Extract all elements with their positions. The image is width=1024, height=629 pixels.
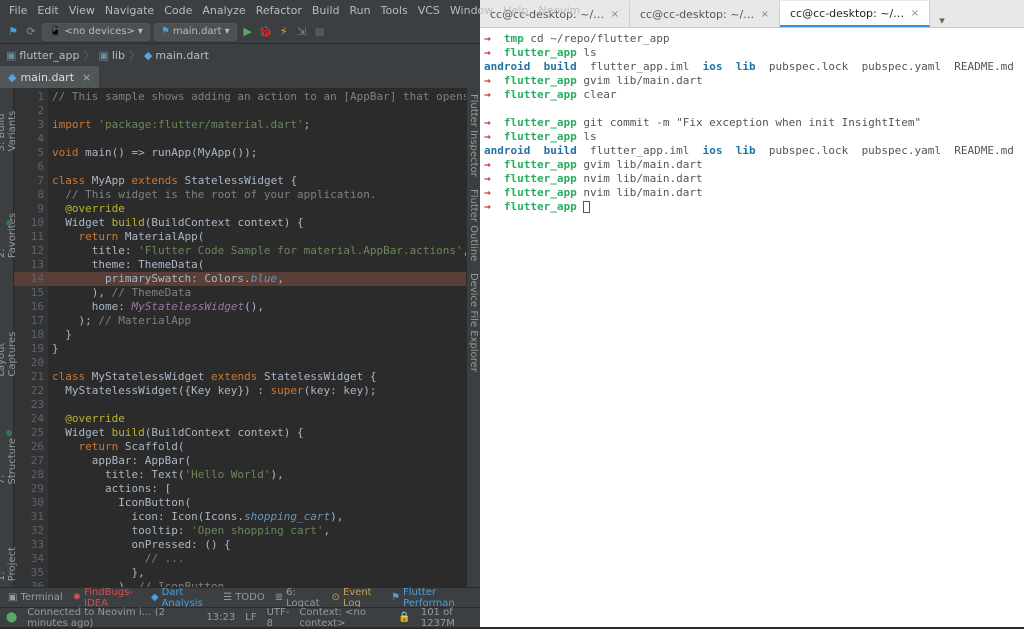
status-pos: 13:23 (206, 612, 235, 623)
tab-dart[interactable]: ◆ Dart Analysis (151, 587, 213, 609)
menu-vcs[interactable]: VCS (413, 4, 445, 17)
menu-navigate[interactable]: Navigate (100, 4, 159, 17)
crumb-folder[interactable]: ▣flutter_app (6, 49, 79, 62)
status-bar: ⬤ Connected to Neovim i… (2 minutes ago)… (0, 607, 480, 627)
menu-tools[interactable]: Tools (376, 4, 413, 17)
menu-code[interactable]: Code (159, 4, 197, 17)
close-icon[interactable]: × (911, 8, 919, 19)
dart-file-icon: ◆ (144, 49, 152, 62)
attach-icon[interactable]: ⇲ (295, 25, 309, 39)
tab-flutter-perf[interactable]: ⚑ Flutter Performan (391, 587, 472, 609)
menu-edit[interactable]: Edit (32, 4, 63, 17)
right-tab-device-file-explorer[interactable]: Device File Explorer (468, 267, 479, 378)
left-tab-layout-captures[interactable]: Layout Captures (0, 315, 18, 383)
bottom-tool-tabs: ▣ Terminal ✹ FindBugs-IDEA ◆ Dart Analys… (0, 587, 480, 607)
editor-tab-main[interactable]: ◆ main.dart × (0, 66, 99, 88)
menu-help[interactable]: Help (498, 4, 533, 17)
tab-findbugs[interactable]: ✹ FindBugs-IDEA (73, 587, 141, 609)
ide-window: FileEditViewNavigateCodeAnalyzeRefactorB… (0, 0, 480, 627)
left-tool-strip: 3: Build Variants2: FavoritesLayout Capt… (0, 88, 14, 587)
status-enc[interactable]: UTF-8 (267, 607, 290, 629)
editor-tabs: ◆ main.dart × (0, 66, 480, 88)
tab-logcat[interactable]: ≣ 6: Logcat (275, 587, 322, 609)
flutter-icon: ⚑ (6, 25, 20, 39)
right-tool-strip: Flutter InspectorFlutter OutlineDevice F… (466, 88, 480, 587)
terminal-tab-1[interactable]: cc@cc-desktop: ~/repo/Co…× (630, 1, 780, 27)
menu-window[interactable]: Window (445, 4, 498, 17)
line-number-gutter: 1234567891011121314151617181920212223242… (14, 88, 48, 587)
folder-icon: ▣ (6, 49, 16, 62)
dart-file-icon: ◆ (8, 71, 16, 84)
toolbar: ⚑ ⟳ 📱<no devices>▾ ⚑main.dart▾ ▶ 🐞 ⚡ ⇲ ■ (0, 20, 480, 44)
debug-icon[interactable]: 🐞 (259, 25, 273, 39)
menu-file[interactable]: File (4, 4, 32, 17)
menubar: FileEditViewNavigateCodeAnalyzeRefactorB… (0, 0, 480, 20)
terminal-tab-2[interactable]: cc@cc-desktop: ~/repo/flut…× (780, 1, 930, 27)
crumb-subfolder[interactable]: ▣lib (98, 49, 125, 62)
refresh-icon[interactable]: ⟳ (24, 25, 38, 39)
tab-todo[interactable]: ☰ TODO (223, 592, 265, 603)
left-tab-7-structure[interactable]: 7: Structure (0, 432, 18, 491)
editor-area: 3: Build Variants2: FavoritesLayout Capt… (0, 88, 480, 587)
chevron-right-icon: 〉 (83, 47, 94, 63)
tab-eventlog[interactable]: ⊙ Event Log (332, 587, 382, 609)
chevron-right-icon: 〉 (129, 47, 140, 63)
new-tab-button[interactable]: ▾ (930, 14, 954, 27)
close-icon[interactable]: × (611, 9, 619, 20)
menu-run[interactable]: Run (345, 4, 376, 17)
status-lf[interactable]: LF (245, 612, 256, 623)
code-editor[interactable]: // This sample shows adding an action to… (48, 88, 466, 587)
menu-analyze[interactable]: Analyze (197, 4, 250, 17)
terminal-body[interactable]: → tmp cd ~/repo/flutter_app→ flutter_app… (480, 28, 1024, 627)
status-context[interactable]: Context: <no context> (299, 607, 388, 629)
menu-refactor[interactable]: Refactor (251, 4, 307, 17)
left-tab-1-project[interactable]: 1: Project (0, 541, 18, 587)
devices-dropdown[interactable]: 📱<no devices>▾ (42, 23, 150, 41)
close-icon[interactable]: × (82, 71, 91, 84)
run-config-dropdown[interactable]: ⚑main.dart▾ (154, 23, 237, 41)
hot-reload-icon[interactable]: ⚡ (277, 25, 291, 39)
neovim-status-icon: ⬤ (6, 612, 17, 623)
crumb-file[interactable]: ◆main.dart (144, 49, 209, 62)
run-icon[interactable]: ▶ (241, 25, 255, 39)
menu-view[interactable]: View (64, 4, 100, 17)
right-tab-flutter-inspector[interactable]: Flutter Inspector (468, 88, 479, 183)
folder-icon: ▣ (98, 49, 108, 62)
menu-build[interactable]: Build (307, 4, 345, 17)
breadcrumb: ▣flutter_app 〉 ▣lib 〉 ◆main.dart (0, 44, 480, 66)
status-mem[interactable]: 101 of 1237M (421, 607, 474, 629)
menu-neovim[interactable]: Neovim (533, 4, 585, 17)
left-tab-3-build-variants[interactable]: 3: Build Variants (0, 90, 18, 157)
lock-icon[interactable]: 🔒 (398, 612, 410, 623)
close-icon[interactable]: × (761, 9, 769, 20)
tab-terminal[interactable]: ▣ Terminal (8, 592, 63, 603)
right-tab-flutter-outline[interactable]: Flutter Outline (468, 183, 479, 267)
terminal-window: cc@cc-desktop: ~/repo/Co…×cc@cc-desktop:… (480, 0, 1024, 627)
stop-icon[interactable]: ■ (313, 25, 327, 39)
status-msg: Connected to Neovim i… (2 minutes ago) (27, 607, 186, 629)
